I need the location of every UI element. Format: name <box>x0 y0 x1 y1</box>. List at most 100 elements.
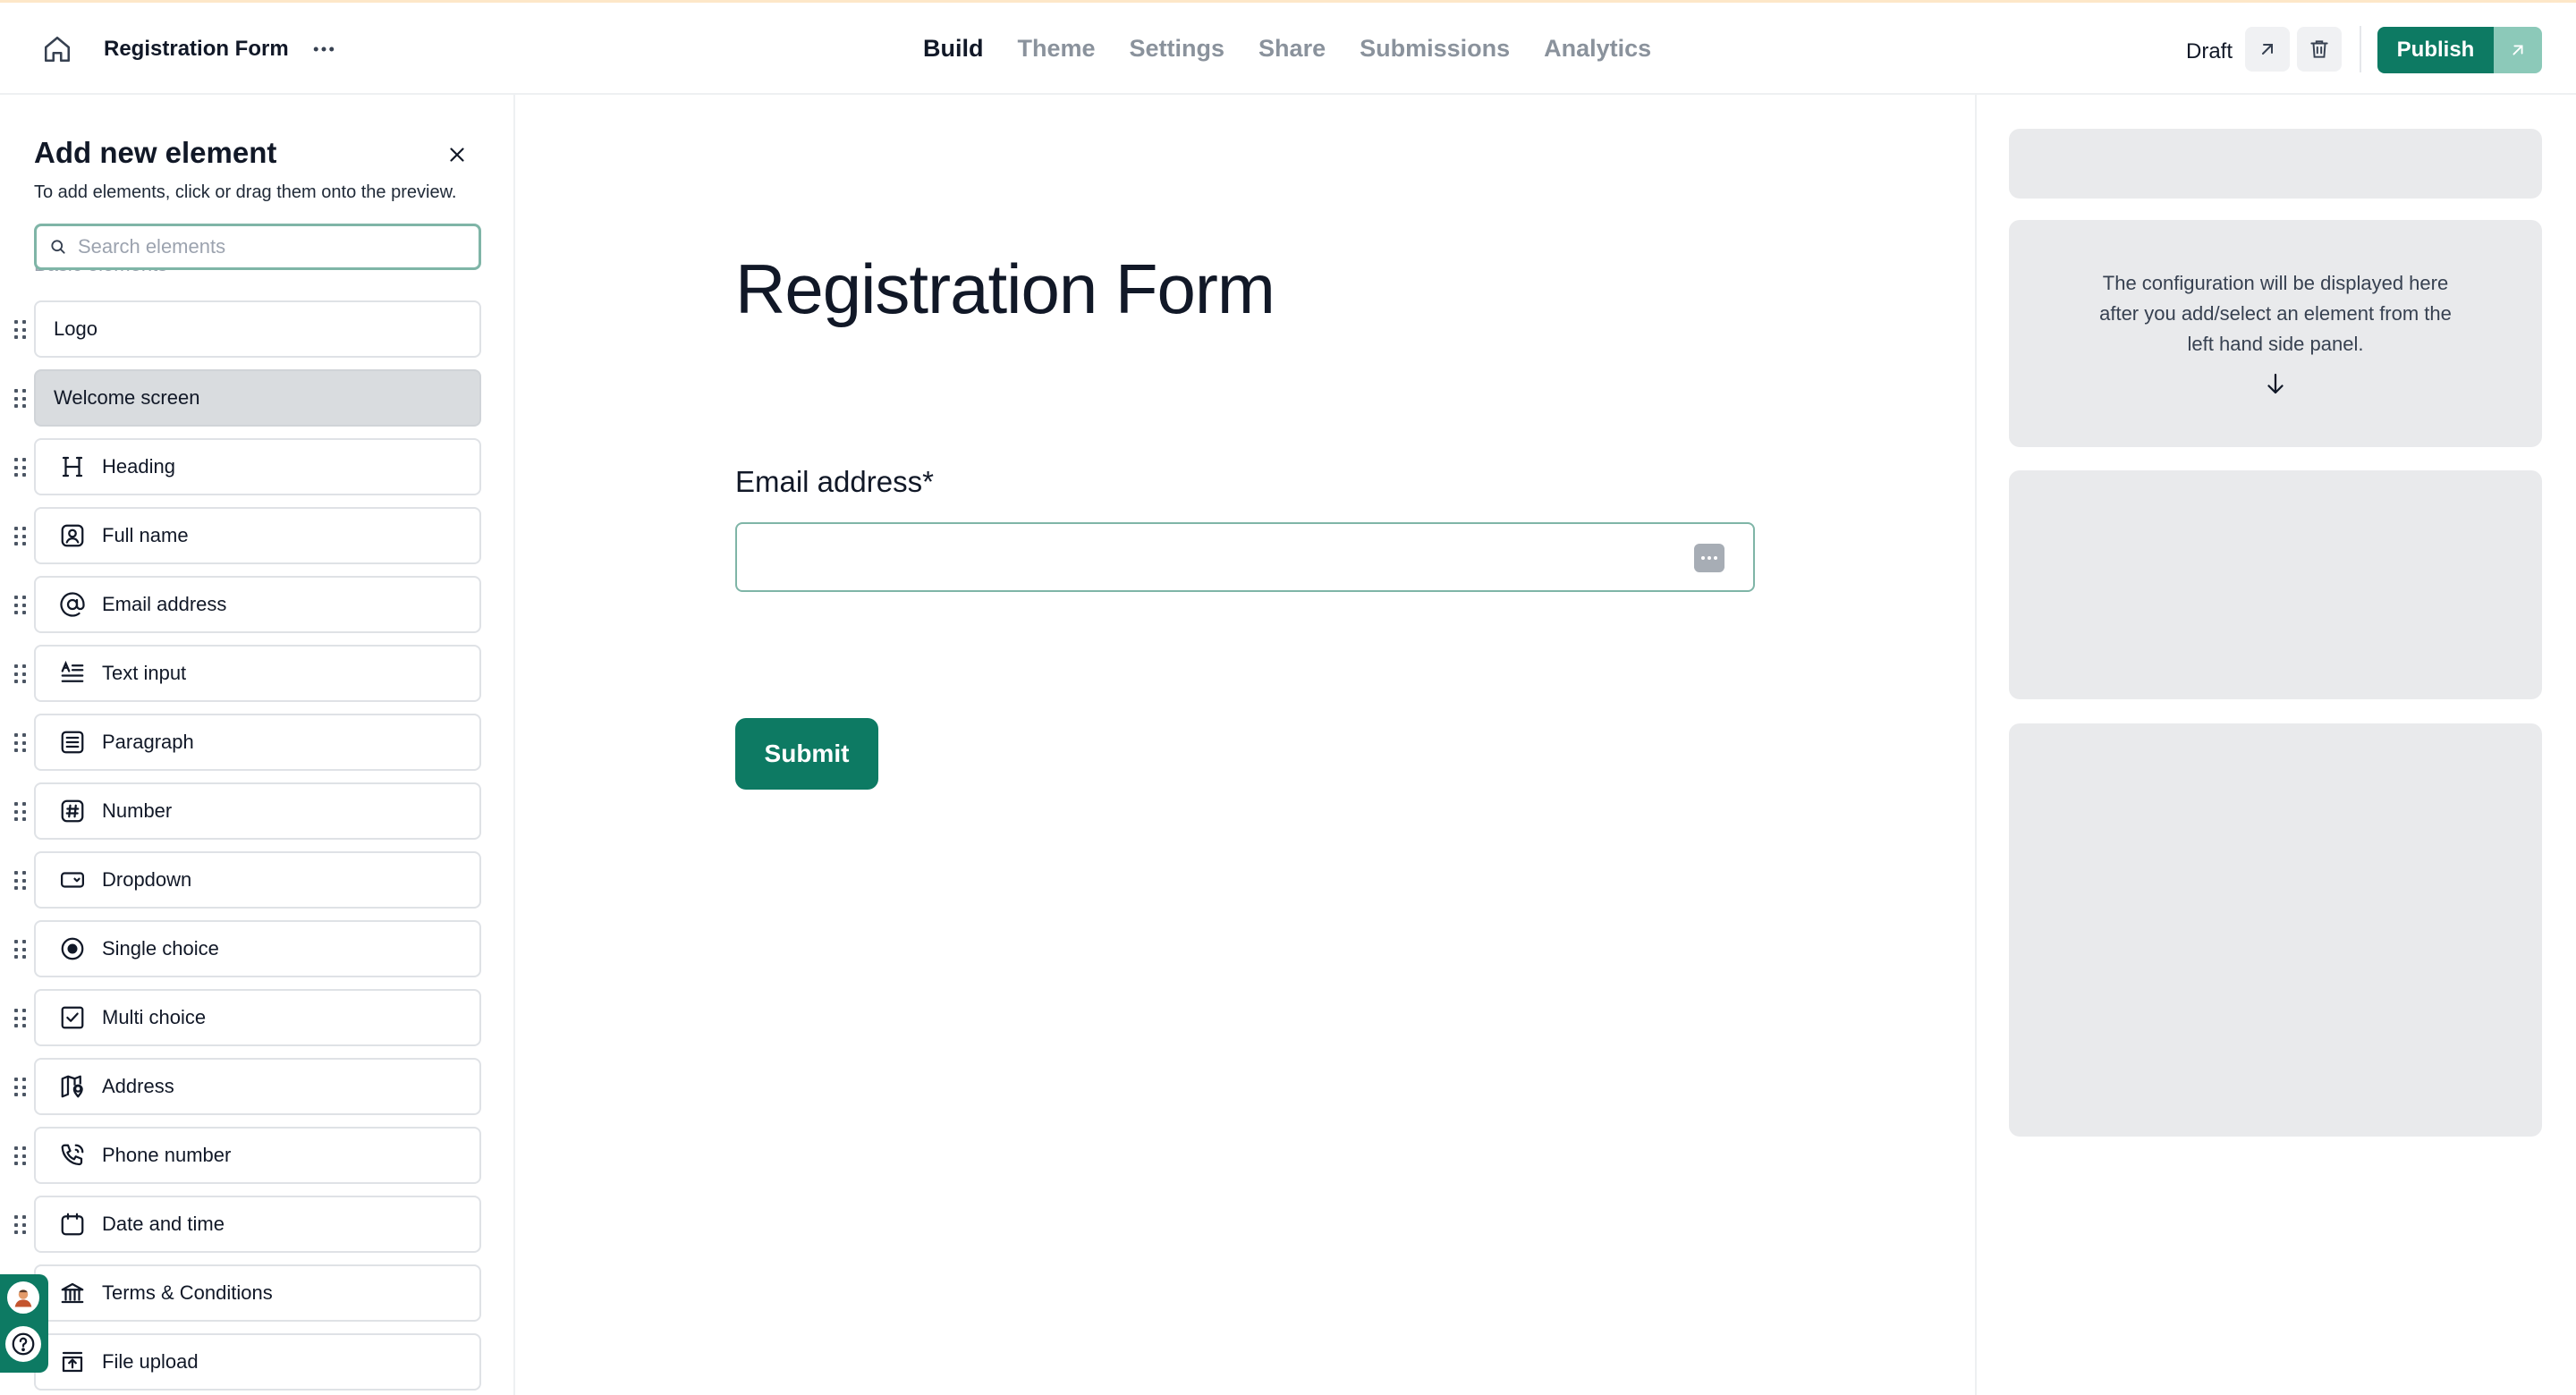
list-item: Terms & Conditions <box>0 1264 513 1333</box>
tab-build[interactable]: Build <box>923 35 984 63</box>
tab-theme[interactable]: Theme <box>1018 35 1096 63</box>
checkbox-icon <box>57 1002 88 1033</box>
element-email-address[interactable]: Email address <box>34 576 481 633</box>
home-icon <box>44 36 71 63</box>
element-dropdown[interactable]: Dropdown <box>34 851 481 909</box>
list-item: Single choice <box>0 920 513 989</box>
preview-title[interactable]: Registration Form <box>735 249 1275 330</box>
user-avatar-icon <box>14 1289 32 1307</box>
help-button[interactable] <box>5 1326 41 1362</box>
drag-handle[interactable] <box>14 733 27 753</box>
element-logo[interactable]: Logo <box>34 300 481 358</box>
form-title: Registration Form <box>104 37 289 61</box>
delete-button[interactable] <box>2297 27 2342 72</box>
element-label: Terms & Conditions <box>102 1281 273 1304</box>
element-label: File upload <box>102 1350 199 1373</box>
element-label: Logo <box>54 317 97 340</box>
calendar-icon <box>57 1209 88 1239</box>
tab-share[interactable]: Share <box>1258 35 1326 63</box>
drag-handle[interactable] <box>14 802 27 822</box>
panel-subtitle: To add elements, click or drag them onto… <box>34 182 457 202</box>
close-icon <box>450 148 464 162</box>
status-badge: Draft <box>2186 39 2233 63</box>
element-terms-and-conditions[interactable]: Terms & Conditions <box>34 1264 481 1322</box>
radio-icon <box>57 934 88 964</box>
publish-open-button[interactable] <box>2494 27 2542 73</box>
help-icon <box>12 1332 35 1356</box>
arrow-down-icon <box>2267 373 2284 394</box>
heading-icon <box>57 452 88 482</box>
list-item: Logo <box>0 300 513 369</box>
list-item: Paragraph <box>0 714 513 782</box>
element-file-upload[interactable]: File upload <box>34 1333 481 1391</box>
drag-handle[interactable] <box>14 1078 27 1097</box>
list-item: Number <box>0 782 513 851</box>
drag-handle[interactable] <box>14 664 27 684</box>
list-item: Multi choice <box>0 989 513 1058</box>
tab-submissions[interactable]: Submissions <box>1360 35 1510 63</box>
open-preview-button[interactable] <box>2245 27 2290 72</box>
search-icon <box>51 240 65 254</box>
element-date-and-time[interactable]: Date and time <box>34 1196 481 1253</box>
at-sign-icon <box>57 589 88 620</box>
list-item: Text input <box>0 645 513 714</box>
publish-button[interactable]: Publish <box>2377 27 2494 73</box>
config-placeholder <box>2009 470 2542 699</box>
drag-handle[interactable] <box>14 1215 27 1235</box>
tab-analytics[interactable]: Analytics <box>1544 35 1651 63</box>
text-input-icon <box>57 658 88 689</box>
list-item: Heading <box>0 438 513 507</box>
phone-icon <box>57 1140 88 1171</box>
top-bar: Registration Form Build Theme Settings S… <box>0 3 2576 95</box>
search-input[interactable] <box>78 235 453 258</box>
paragraph-icon <box>57 727 88 757</box>
element-welcome-screen[interactable]: Welcome screen <box>34 369 481 427</box>
element-phone-number[interactable]: Phone number <box>34 1127 481 1184</box>
email-field-label: Email address* <box>735 465 934 498</box>
arrow-up-right-icon <box>2512 45 2523 55</box>
submit-button[interactable]: Submit <box>735 718 878 790</box>
drag-handle[interactable] <box>14 1146 27 1166</box>
more-options-button[interactable] <box>306 31 342 67</box>
dropdown-icon <box>57 865 88 895</box>
drag-handle[interactable] <box>14 871 27 891</box>
form-preview: Registration Form Email address* Submit <box>517 95 1975 1395</box>
element-heading[interactable]: Heading <box>34 438 481 495</box>
element-label: Paragraph <box>102 731 194 753</box>
tab-settings[interactable]: Settings <box>1130 35 1225 63</box>
config-empty-state: The configuration will be displayed here… <box>2009 220 2542 447</box>
element-label: Phone number <box>102 1144 232 1166</box>
close-panel-button[interactable] <box>438 136 476 173</box>
list-item: Full name <box>0 507 513 576</box>
drag-handle[interactable] <box>14 1009 27 1028</box>
avatar[interactable] <box>5 1280 41 1315</box>
search-box <box>34 224 481 270</box>
element-multi-choice[interactable]: Multi choice <box>34 989 481 1046</box>
drag-handle[interactable] <box>14 320 27 340</box>
more-horizontal-icon <box>313 46 335 52</box>
config-empty-message: The configuration will be displayed here… <box>2099 272 2452 355</box>
panel-title: Add new element <box>34 136 277 169</box>
element-address[interactable]: Address <box>34 1058 481 1115</box>
element-label: Heading <box>102 455 175 478</box>
element-label: Date and time <box>102 1213 225 1235</box>
element-label: Dropdown <box>102 868 192 891</box>
email-field[interactable] <box>735 522 1755 592</box>
config-placeholder <box>2009 129 2542 199</box>
element-label: Welcome screen <box>54 386 200 409</box>
drag-handle[interactable] <box>14 596 27 615</box>
element-text-input[interactable]: Text input <box>34 645 481 702</box>
autofill-icon[interactable] <box>1694 544 1724 572</box>
element-paragraph[interactable]: Paragraph <box>34 714 481 771</box>
home-button[interactable] <box>39 31 75 67</box>
element-single-choice[interactable]: Single choice <box>34 920 481 977</box>
drag-handle[interactable] <box>14 458 27 478</box>
add-element-panel: Add new element To add elements, click o… <box>0 95 515 1395</box>
drag-handle[interactable] <box>14 940 27 960</box>
element-full-name[interactable]: Full name <box>34 507 481 564</box>
drag-handle[interactable] <box>14 527 27 546</box>
list-item: Date and time <box>0 1196 513 1264</box>
element-number[interactable]: Number <box>34 782 481 840</box>
list-item: Email address <box>0 576 513 645</box>
drag-handle[interactable] <box>14 389 27 409</box>
